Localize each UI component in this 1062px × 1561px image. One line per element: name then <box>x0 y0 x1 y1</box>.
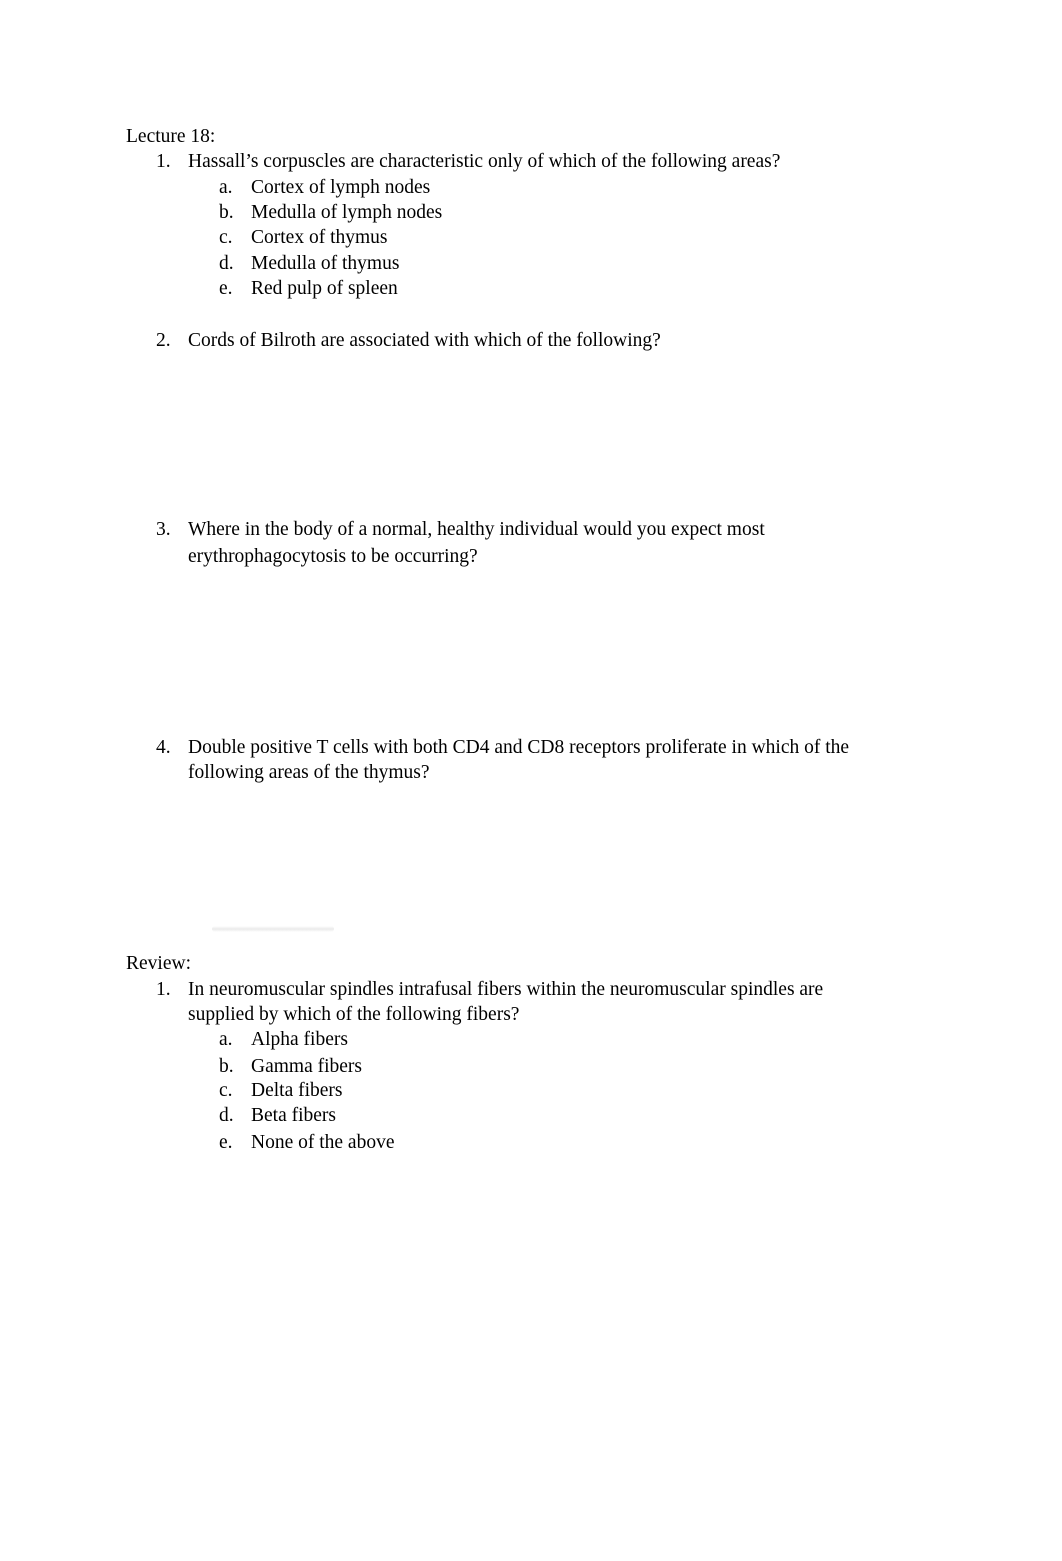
scan-artifact <box>212 926 334 932</box>
option-letter: c. <box>219 227 233 248</box>
option-text: Delta fibers <box>251 1080 343 1101</box>
option-text: Cortex of lymph nodes <box>251 177 431 198</box>
section-heading-lecture-18: Lecture 18: <box>126 126 216 147</box>
option-letter: c. <box>219 1080 233 1101</box>
question-number: 4. <box>156 737 171 758</box>
option-letter: d. <box>219 1105 234 1126</box>
option-text: Alpha fibers <box>251 1029 348 1050</box>
question-text: Cords of Bilroth are associated with whi… <box>188 330 661 351</box>
option-text: Gamma fibers <box>251 1056 363 1077</box>
option-letter: b. <box>219 1056 234 1077</box>
option-letter: e. <box>219 278 233 299</box>
question-text-continued: erythrophagocytosis to be occurring? <box>188 546 478 567</box>
option-text: Medulla of lymph nodes <box>251 202 443 223</box>
option-text: Cortex of thymus <box>251 227 388 248</box>
option-text: None of the above <box>251 1132 395 1153</box>
question-text-continued: supplied by which of the following fiber… <box>188 1004 520 1025</box>
option-text: Beta fibers <box>251 1105 337 1126</box>
question-text: Where in the body of a normal, healthy i… <box>188 519 765 540</box>
option-letter: a. <box>219 177 233 198</box>
question-number: 1. <box>156 151 171 172</box>
option-letter: d. <box>219 253 234 274</box>
option-letter: e. <box>219 1132 233 1153</box>
option-text: Red pulp of spleen <box>251 278 398 299</box>
question-number: 2. <box>156 330 171 351</box>
option-letter: b. <box>219 202 234 223</box>
section-heading-review: Review: <box>126 953 191 974</box>
question-text: Double positive T cells with both CD4 an… <box>188 737 850 758</box>
question-text: In neuromuscular spindles intrafusal fib… <box>188 979 824 1000</box>
question-number: 1. <box>156 979 171 1000</box>
document-page: Lecture 18: 1. Hassall’s corpuscles are … <box>0 0 1062 1561</box>
option-text: Medulla of thymus <box>251 253 400 274</box>
question-number: 3. <box>156 519 171 540</box>
option-letter: a. <box>219 1029 233 1050</box>
question-text-continued: following areas of the thymus? <box>188 762 430 783</box>
question-text: Hassall’s corpuscles are characteristic … <box>188 151 781 172</box>
